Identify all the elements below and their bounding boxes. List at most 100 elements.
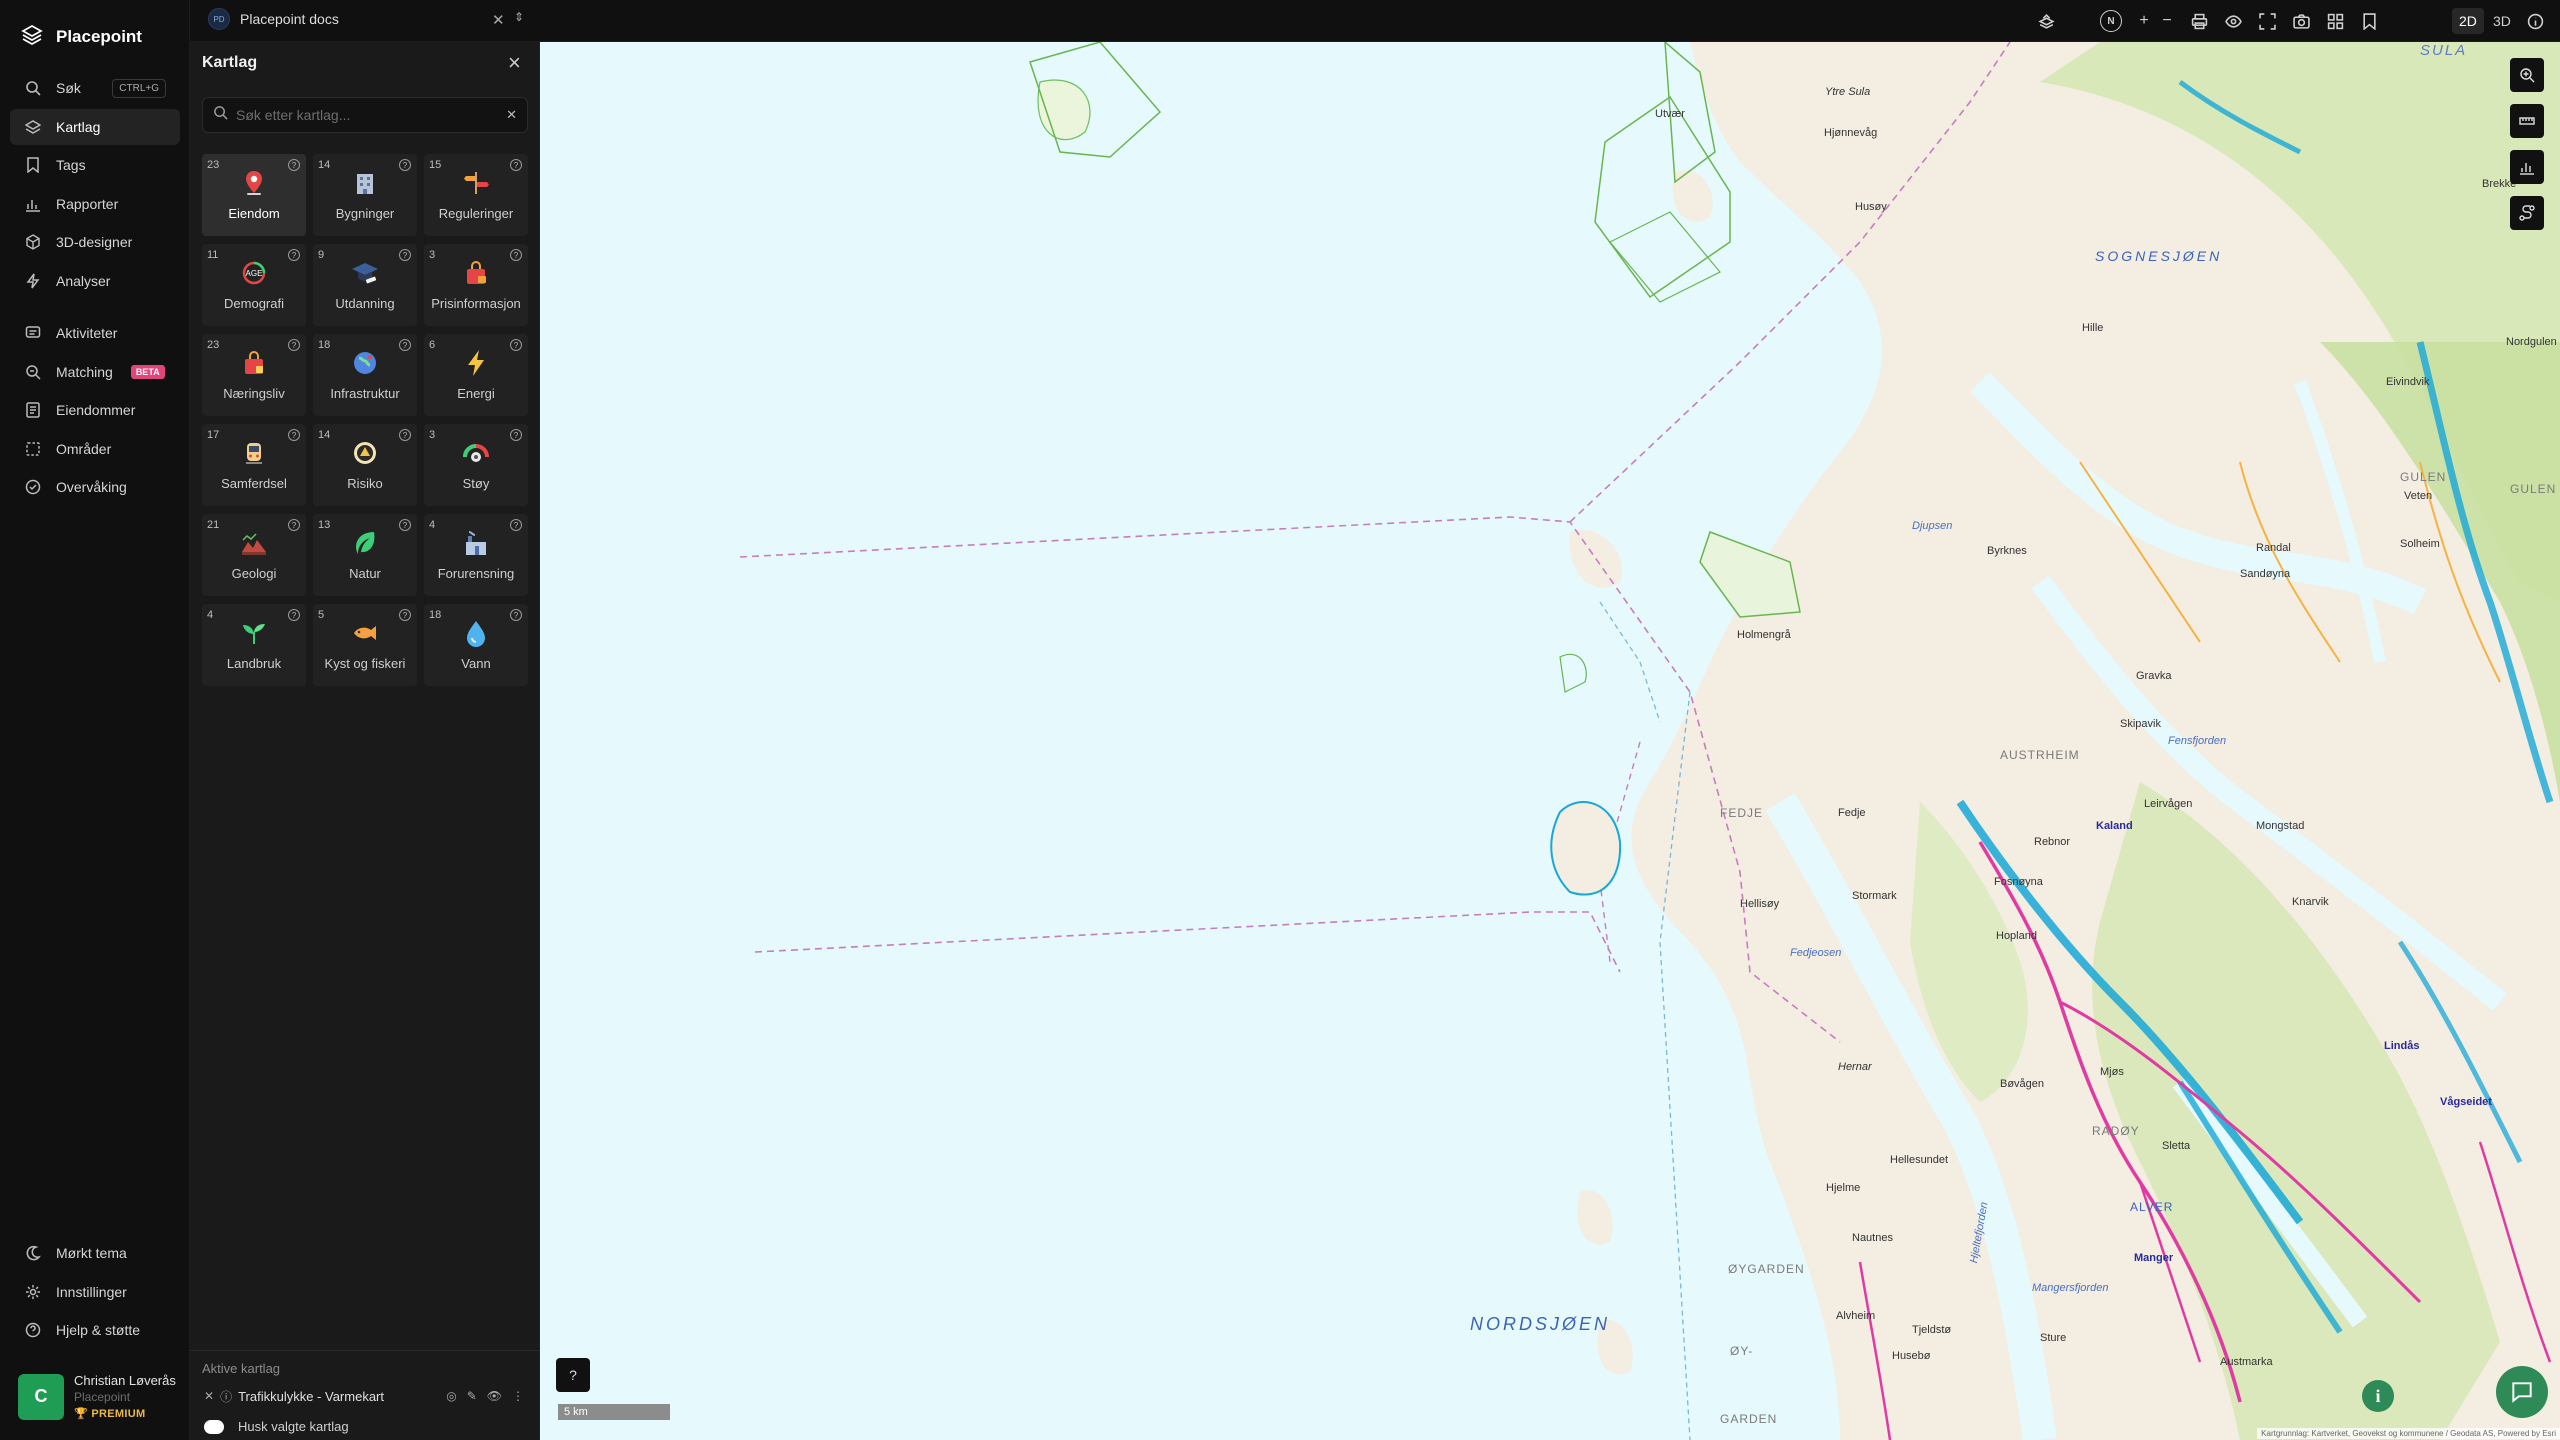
terrain-icon <box>239 528 269 558</box>
layer-category-tile[interactable]: 14? Bygninger <box>313 154 417 236</box>
nav-item-kartlag[interactable]: Kartlag <box>10 108 180 145</box>
close-icon[interactable]: × <box>508 50 521 76</box>
layer-category-tile[interactable]: 3? Støy <box>424 424 528 506</box>
compass-north-button[interactable]: N <box>2100 10 2122 32</box>
grid-icon[interactable] <box>2322 8 2348 34</box>
info-icon[interactable]: ? <box>399 609 411 621</box>
fullscreen-icon[interactable] <box>2254 8 2280 34</box>
nav-item-help[interactable]: Hjelp & støtte <box>10 1312 180 1348</box>
info-icon[interactable] <box>2522 8 2548 34</box>
measure-icon[interactable] <box>2510 104 2544 138</box>
layer-category-tile[interactable]: 5? Kyst og fiskeri <box>313 604 417 686</box>
info-icon[interactable]: ? <box>288 429 300 441</box>
settings-icon[interactable]: ◎ <box>446 1389 456 1403</box>
layer-category-tile[interactable]: 17? Samferdsel <box>202 424 306 506</box>
nav-item-overvaking[interactable]: Overvåking <box>10 469 180 505</box>
layer-category-tile[interactable]: 9? Utdanning <box>313 244 417 326</box>
nav-item-matching[interactable]: Matching BETA <box>10 354 180 390</box>
brand[interactable]: Placepoint <box>20 22 142 51</box>
info-icon[interactable]: ? <box>399 249 411 261</box>
layer-category-tile[interactable]: 15? Reguleringer <box>424 154 528 236</box>
nav-item-analyser[interactable]: Analyser <box>10 263 180 299</box>
bookmark-icon[interactable] <box>2356 8 2382 34</box>
workspace-badge: PD <box>208 8 230 30</box>
select-area-icon[interactable] <box>2510 58 2544 92</box>
nav-item-rapporter[interactable]: Rapporter <box>10 186 180 222</box>
info-icon[interactable]: ? <box>510 159 522 171</box>
info-icon[interactable]: ? <box>399 339 411 351</box>
layer-category-tile[interactable]: 3? Prisinformasjon <box>424 244 528 326</box>
nav-item-eiendommer[interactable]: Eiendommer <box>10 392 180 428</box>
info-icon[interactable]: ? <box>510 249 522 261</box>
eye-icon[interactable] <box>2220 8 2246 34</box>
info-icon[interactable]: ? <box>399 429 411 441</box>
info-icon[interactable]: ? <box>399 159 411 171</box>
layer-category-tile[interactable]: 4? Forurensning <box>424 514 528 596</box>
nav-item-settings[interactable]: Innstillinger <box>10 1274 180 1310</box>
zoom-out-icon[interactable]: − <box>2154 8 2180 34</box>
info-icon[interactable]: ? <box>288 519 300 531</box>
eye-icon[interactable]: 👁 <box>487 1389 502 1403</box>
camera-icon[interactable] <box>2288 8 2314 34</box>
layer-category-tile[interactable]: 23? Eiendom <box>202 154 306 236</box>
info-icon[interactable]: ? <box>399 519 411 531</box>
layer-category-label: Utdanning <box>335 296 395 311</box>
close-icon[interactable]: ✕ <box>492 11 505 29</box>
user-name: Christian Løverås <box>74 1373 176 1388</box>
layer-category-label: Natur <box>349 566 381 581</box>
edit-icon[interactable]: ✎ <box>467 1389 477 1403</box>
clear-icon[interactable]: ✕ <box>506 107 517 123</box>
info-fab-icon[interactable]: i <box>2362 1380 2394 1412</box>
nav-item-tags[interactable]: Tags <box>10 147 180 183</box>
layer-category-tile[interactable]: 11? AGE Demografi <box>202 244 306 326</box>
info-icon[interactable]: ? <box>510 339 522 351</box>
nav-item-omrader[interactable]: Områder <box>10 431 180 467</box>
workspace-selector[interactable]: PD Placepoint docs <box>208 8 339 30</box>
info-icon[interactable]: ? <box>510 519 522 531</box>
nav-item-3d-designer[interactable]: 3D-designer <box>10 224 180 260</box>
remember-toggle[interactable] <box>204 1419 224 1434</box>
chat-button[interactable] <box>2496 1366 2548 1418</box>
layer-category-tile[interactable]: 4? Landbruk <box>202 604 306 686</box>
info-icon[interactable]: ? <box>288 249 300 261</box>
layers-stack-icon[interactable] <box>2033 8 2059 34</box>
layer-category-tile[interactable]: 21? Geologi <box>202 514 306 596</box>
info-icon[interactable]: ? <box>510 609 522 621</box>
nav-item-search[interactable]: Søk CTRL+G <box>10 70 180 106</box>
layer-category-tile[interactable]: 13? Natur <box>313 514 417 596</box>
map-help-button[interactable]: ? <box>556 1358 590 1392</box>
layer-panel: Kartlag × ✕ 23? Eiendom 14? Bygninger 15? Reg… <box>190 42 540 1440</box>
chevron-updown-icon[interactable]: ⇕ <box>514 10 524 24</box>
info-icon[interactable]: ? <box>288 339 300 351</box>
dark-theme-toggle[interactable]: Mørkt tema <box>10 1235 180 1271</box>
layer-category-tile[interactable]: 18? Infrastruktur <box>313 334 417 416</box>
layer-category-tile[interactable]: 23? Næringsliv <box>202 334 306 416</box>
remove-icon[interactable]: ✕ <box>204 1389 214 1403</box>
active-layers-title: Aktive kartlag <box>202 1361 281 1376</box>
more-icon[interactable]: ⋮ <box>512 1389 524 1403</box>
map-label: ALVER <box>2130 1200 2174 1214</box>
nav-label: 3D-designer <box>56 234 133 250</box>
route-icon[interactable] <box>2510 196 2544 230</box>
mode-2d-button[interactable]: 2D <box>2452 8 2484 34</box>
search-input[interactable] <box>236 107 499 123</box>
info-icon[interactable]: ? <box>510 429 522 441</box>
chart-icon[interactable] <box>2510 150 2544 184</box>
active-layer-row[interactable]: ✕ ⓘ Trafikkulykke - Varmekart ◎ ✎ 👁 ⋮ <box>204 1385 524 1407</box>
map-label: Hernar <box>1838 1061 1872 1073</box>
nav-item-aktiviteter[interactable]: Aktiviteter <box>10 315 180 351</box>
print-icon[interactable] <box>2186 8 2212 34</box>
user-profile[interactable]: C Christian Løverås Placepoint 🏆 PREMIUM <box>18 1373 178 1420</box>
layer-category-tile[interactable]: 14? Risiko <box>313 424 417 506</box>
layer-count: 23 <box>207 159 220 171</box>
info-icon[interactable]: ? <box>288 609 300 621</box>
layer-category-tile[interactable]: 6? Energi <box>424 334 528 416</box>
info-icon[interactable]: ? <box>288 159 300 171</box>
signpost-icon <box>461 168 491 198</box>
mode-3d-button[interactable]: 3D <box>2486 8 2518 34</box>
map-canvas[interactable]: SULA SOGNESJØEN NORDSJØEN FEDJE AUSTRHEI… <box>540 42 2560 1440</box>
layer-category-tile[interactable]: 18? Vann <box>424 604 528 686</box>
brand-name: Placepoint <box>56 26 142 46</box>
remember-layers[interactable]: Husk valgte kartlag <box>204 1419 349 1434</box>
info-icon[interactable]: ⓘ <box>220 1388 232 1405</box>
